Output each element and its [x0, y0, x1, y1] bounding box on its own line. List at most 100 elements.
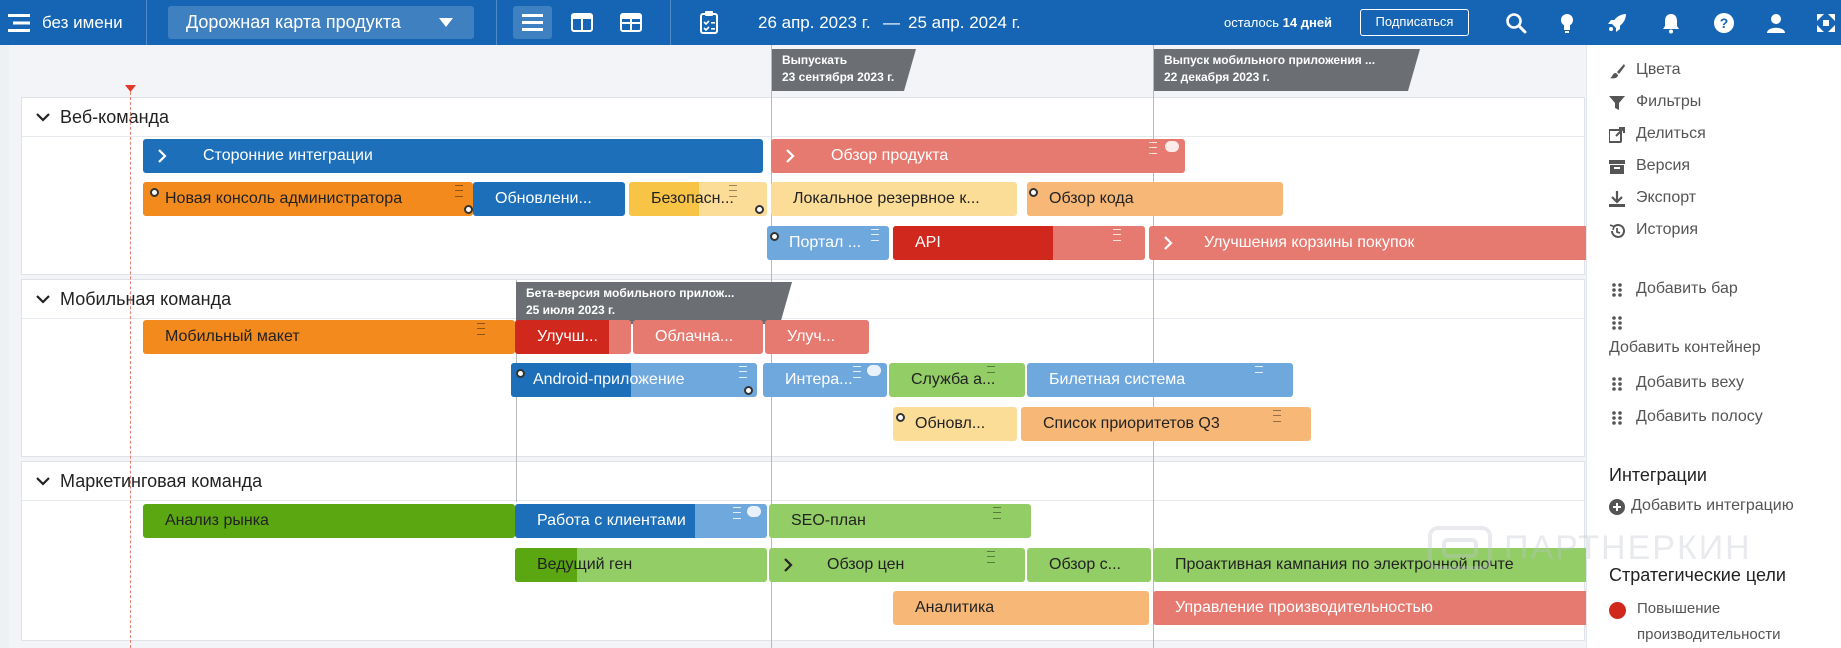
filter-icon [1609, 96, 1625, 110]
bar-mobile-mockup[interactable]: Мобильный макет [143, 320, 515, 354]
bar-ticket-system[interactable]: Билетная система [1027, 363, 1293, 397]
container-header[interactable]: Веб-команда [22, 98, 1584, 137]
search-icon[interactable] [1505, 12, 1527, 34]
bar-label: Билетная система [1049, 371, 1186, 388]
bar-analytics[interactable]: Аналитика [893, 591, 1149, 625]
list-view-button[interactable] [513, 6, 552, 39]
bar-label: Улуч... [787, 328, 836, 345]
chevron-down-icon[interactable] [36, 474, 50, 488]
chevron-down-icon[interactable] [36, 110, 50, 124]
bar-performance-management[interactable]: Управление производительностью [1153, 591, 1586, 625]
dependency-handle[interactable] [1029, 188, 1038, 197]
date-start[interactable]: 26 апр. 2023 г. [758, 0, 871, 45]
lightbulb-icon[interactable] [1556, 12, 1578, 34]
bar-android-app[interactable]: Android-приложение [511, 363, 757, 397]
roadmap-name: Дорожная карта продукта [186, 12, 401, 32]
expand-chevron[interactable] [143, 139, 183, 173]
bar-label: Работа с клиентами [537, 512, 686, 529]
bar-label: API [915, 234, 941, 251]
drag-handle-icon [1612, 411, 1622, 425]
bar-label: Обзор кода [1049, 190, 1134, 207]
user-icon[interactable] [1765, 12, 1787, 34]
milestone-flag[interactable]: Выпуск мобильного приложения ... 22 дека… [1154, 49, 1420, 91]
expand-chevron[interactable] [771, 139, 811, 173]
bar-cart-improvements[interactable]: Улучшения корзины покупок [1149, 226, 1586, 260]
container-title: Маркетинговая команда [60, 471, 263, 491]
bar-portal[interactable]: Портал ... [767, 226, 889, 260]
panel-item-label: Экспорт [1636, 189, 1697, 206]
workspace-name[interactable]: без имени [42, 0, 123, 45]
bar-label: Мобильный макет [165, 328, 300, 345]
bar-cloud[interactable]: Облачна... [633, 320, 763, 354]
container-header[interactable]: Мобильная команда [22, 280, 1584, 319]
date-end[interactable]: 25 апр. 2024 г. [908, 0, 1021, 45]
bar-security[interactable]: Безопасн... [629, 182, 767, 216]
dependency-handle[interactable] [516, 369, 525, 378]
bar-third-party-integrations[interactable]: Сторонние интеграции [143, 139, 763, 173]
dependency-handle[interactable] [770, 232, 779, 241]
expand-chevron[interactable] [769, 548, 809, 582]
bar-customer-work[interactable]: Работа с клиентами [515, 504, 767, 538]
milestone-flag[interactable]: Бета-версия мобильного прилож... 25 июля… [516, 282, 792, 324]
clipboard-icon[interactable] [700, 11, 718, 34]
bar-improvements-1[interactable]: Улучш... [515, 320, 631, 354]
bar-code-review[interactable]: Обзор кода [1027, 182, 1283, 216]
milestone-title: Выпускать [782, 53, 848, 67]
bar-lead-gen[interactable]: Ведущий ген [515, 548, 767, 582]
milestone-flag[interactable]: Выпускать 23 сентября 2023 г. [772, 49, 916, 91]
chevron-right-icon [784, 558, 793, 572]
bar-review-s[interactable]: Обзор с... [1027, 548, 1151, 582]
dependency-handle[interactable] [755, 205, 764, 214]
add-item-label: Добавить бар [1636, 280, 1738, 297]
date-separator: — [883, 13, 900, 32]
download-icon [1609, 191, 1625, 207]
comment-icon [867, 365, 881, 376]
bar-updates[interactable]: Обновлени... [473, 182, 625, 216]
add-integration-label: Добавить интеграцию [1631, 497, 1794, 514]
bar-new-admin-console[interactable]: Новая консоль администратора [143, 182, 473, 216]
columns-view-icon[interactable] [571, 13, 593, 32]
expand-chevron[interactable] [1149, 226, 1189, 260]
add-item-label: Добавить веху [1636, 374, 1745, 391]
bar-price-review[interactable]: Обзор цен [769, 548, 1025, 582]
bar-local-backup[interactable]: Локальное резервное к... [771, 182, 1017, 216]
svg-text:?: ? [1720, 15, 1729, 31]
expand-icon[interactable] [1815, 12, 1837, 34]
dependency-handle[interactable] [744, 386, 753, 395]
notes-icon [987, 551, 995, 563]
comment-icon [747, 506, 761, 517]
bell-icon[interactable] [1660, 12, 1682, 34]
notes-icon [729, 185, 737, 197]
bar-update-mobile[interactable]: Обновл... [893, 407, 1017, 441]
dependency-handle[interactable] [464, 205, 473, 214]
bar-api[interactable]: API [893, 226, 1145, 260]
chevron-down-icon[interactable] [36, 292, 50, 306]
bar-market-analysis[interactable]: Анализ рынка [143, 504, 515, 538]
rocket-icon[interactable] [1606, 12, 1628, 34]
subscribe-button[interactable]: Подписаться [1360, 9, 1469, 36]
bar-improvements-2[interactable]: Улуч... [765, 320, 869, 354]
bar-support-service[interactable]: Служба а... [889, 363, 1025, 397]
grid-view-icon[interactable] [620, 13, 642, 32]
bar-label: Обзор цен [827, 556, 905, 573]
timeline-canvas[interactable]: Веб-команда Мобильная команда Маркетинго… [9, 45, 1586, 648]
app-menu-icon[interactable] [8, 13, 32, 33]
bar-interface[interactable]: Интера... [763, 363, 887, 397]
bar-product-review[interactable]: Обзор продукта [771, 139, 1185, 173]
bar-label: Интера... [785, 371, 853, 388]
chevron-right-icon [786, 149, 795, 163]
roadmap-dropdown[interactable]: Дорожная карта продукта [168, 6, 474, 39]
dependency-handle[interactable] [150, 188, 159, 197]
help-icon[interactable]: ? [1713, 12, 1735, 34]
container-header[interactable]: Маркетинговая команда [22, 462, 1584, 501]
bar-label: Обновлени... [495, 190, 592, 207]
bar-label: Обзор продукта [831, 147, 949, 164]
drag-handle-icon [1612, 377, 1622, 391]
history-icon [1609, 223, 1625, 238]
dependency-handle[interactable] [896, 413, 905, 422]
bar-label: Анализ рынка [165, 512, 269, 529]
bar-seo-plan[interactable]: SEO-план [769, 504, 1031, 538]
chevron-right-icon [158, 149, 167, 163]
bar-q3-priorities[interactable]: Список приоритетов Q3 [1021, 407, 1311, 441]
integrations-title: Интеграции [1609, 465, 1707, 485]
